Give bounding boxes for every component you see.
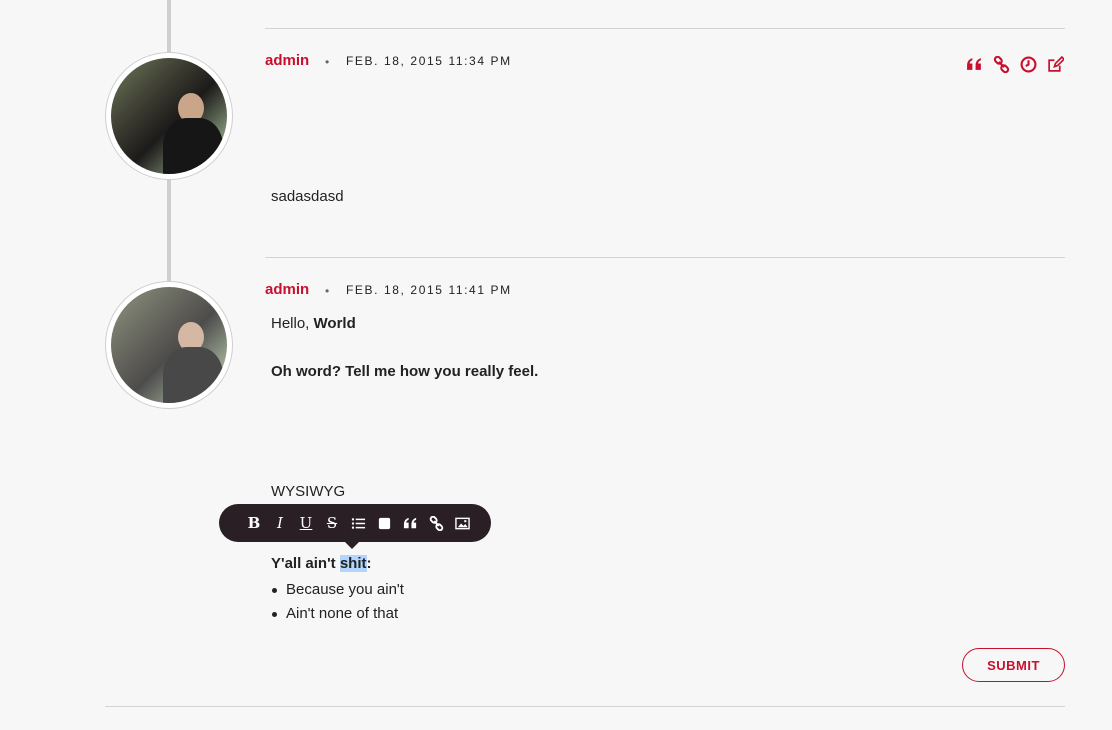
image-icon[interactable] (449, 504, 475, 542)
editor-line-greeting[interactable]: Hello, World (271, 315, 356, 332)
comment-timestamp: FEB. 18, 2015 11:34 PM (346, 54, 512, 68)
selected-text[interactable]: shit (339, 555, 367, 572)
formatting-toolbar: B I U S (219, 504, 491, 549)
separator-dot: • (325, 284, 330, 298)
separator-dot: • (325, 55, 330, 69)
comment-timestamp: FEB. 18, 2015 11:41 PM (346, 283, 512, 297)
block-icon[interactable] (371, 504, 397, 542)
bold-button[interactable]: B (241, 504, 267, 542)
quote-icon[interactable] (397, 504, 423, 542)
underline-button[interactable]: U (293, 504, 319, 542)
link-icon[interactable] (993, 56, 1010, 73)
link-icon[interactable] (423, 504, 449, 542)
comment-actions (966, 56, 1064, 73)
list-icon[interactable] (345, 504, 371, 542)
submit-button[interactable]: SUBMIT (962, 648, 1065, 682)
clock-icon[interactable] (1020, 56, 1037, 73)
edit-icon[interactable] (1047, 56, 1064, 73)
avatar (105, 281, 233, 409)
list-item[interactable]: Ain't none of that (271, 602, 404, 626)
avatar (105, 52, 233, 180)
editor-line-question[interactable]: Oh word? Tell me how you really feel. (271, 363, 538, 380)
editor-bullet-list[interactable]: Because you ain't Ain't none of that (271, 578, 404, 626)
italic-button[interactable]: I (267, 504, 293, 542)
divider (265, 28, 1065, 29)
list-item[interactable]: Because you ain't (271, 578, 404, 602)
divider (265, 257, 1065, 258)
comment-author[interactable]: admin (265, 281, 309, 298)
comment-body: sadasdasd (271, 188, 344, 205)
divider (105, 706, 1065, 707)
editor-line-wysiwyg[interactable]: WYSIWYG (271, 483, 345, 500)
quote-icon[interactable] (966, 56, 983, 73)
strikethrough-button[interactable]: S (319, 504, 345, 542)
comment-author[interactable]: admin (265, 52, 309, 69)
editor-list-heading[interactable]: Y'all ain't shit: (271, 555, 372, 572)
